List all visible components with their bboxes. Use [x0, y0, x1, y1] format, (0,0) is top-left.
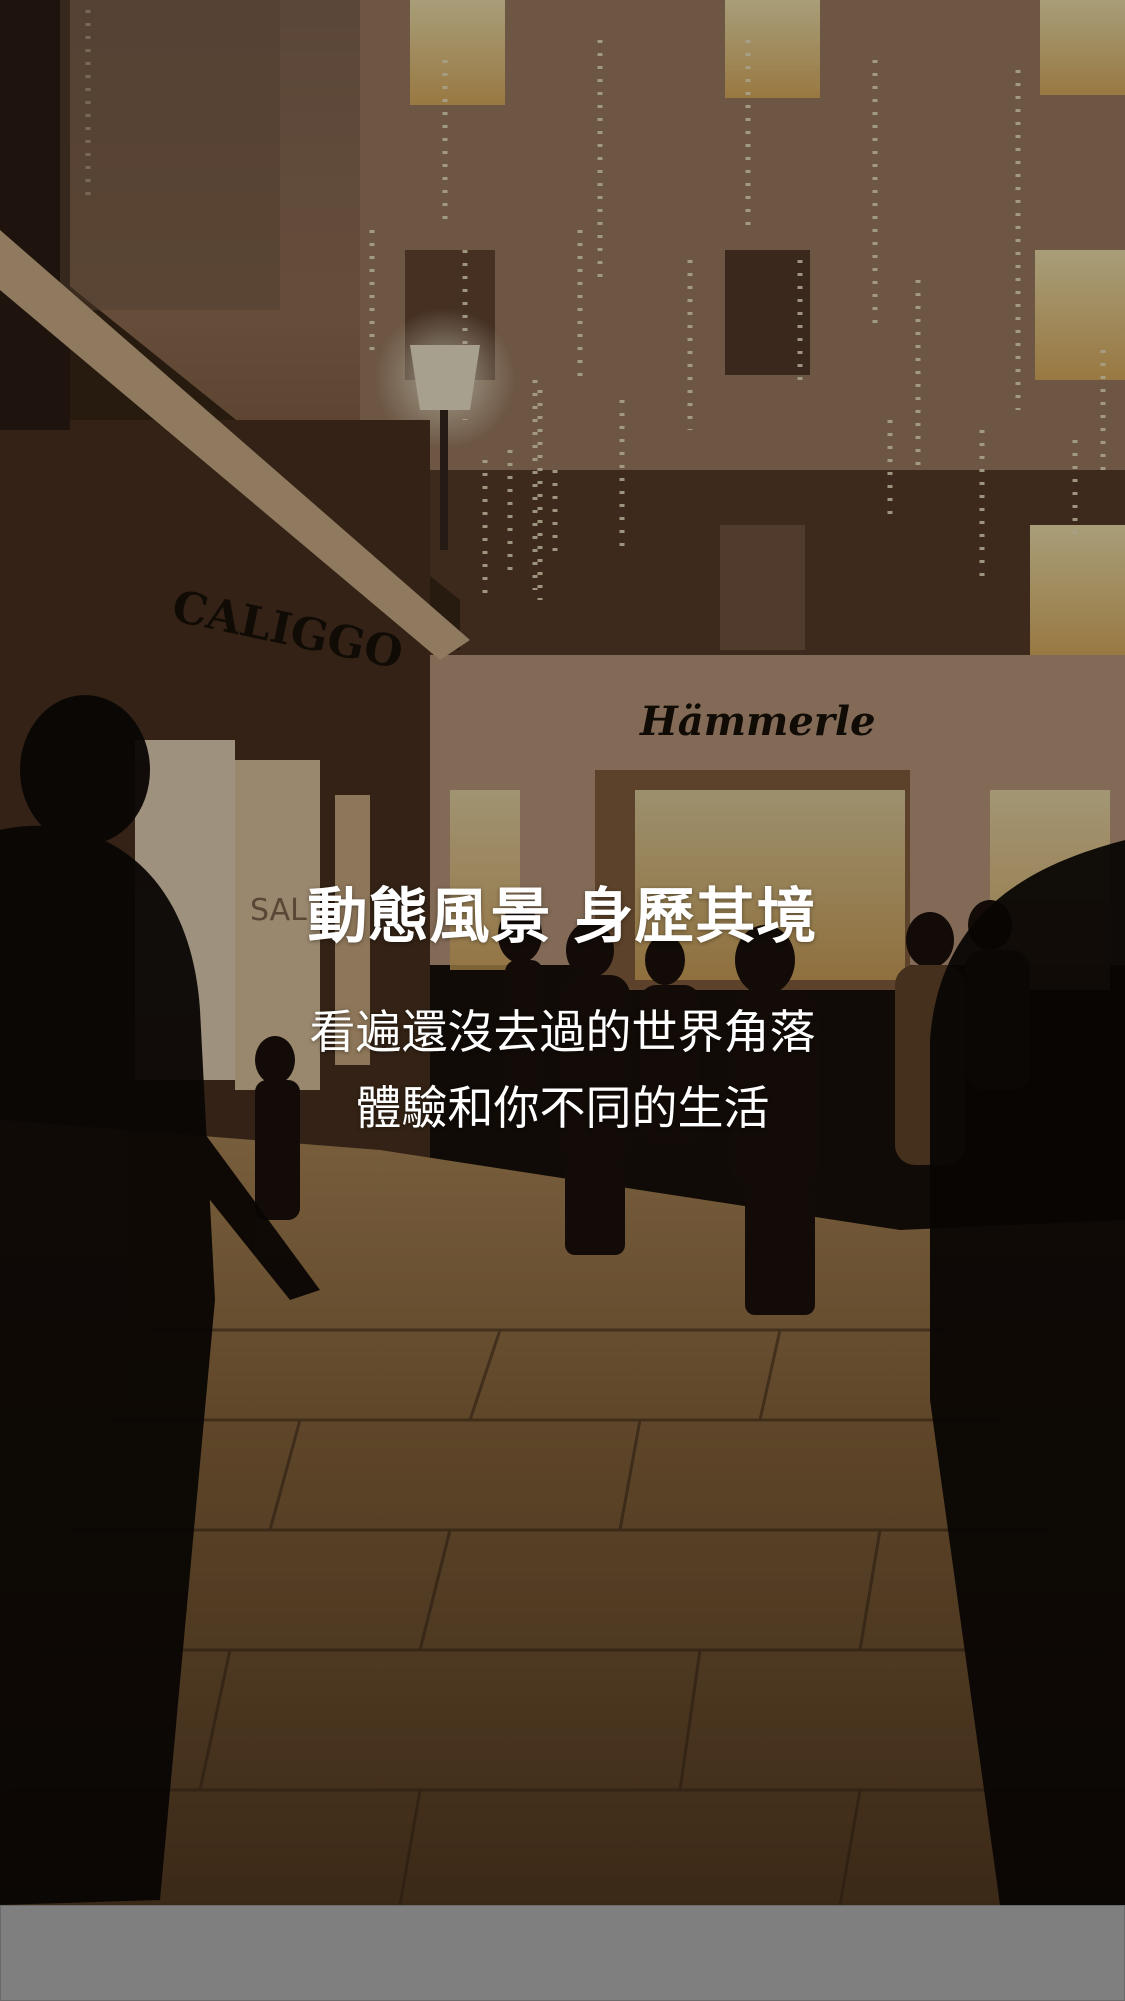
- bottom-action-bar[interactable]: [0, 1905, 1125, 2001]
- hero-subline-2: 體驗和你不同的生活: [355, 1081, 770, 1135]
- hero-subline-1: 看遍還沒去過的世界角落: [309, 1005, 816, 1059]
- hero-headline: 動態風景 身歷其境: [307, 882, 818, 952]
